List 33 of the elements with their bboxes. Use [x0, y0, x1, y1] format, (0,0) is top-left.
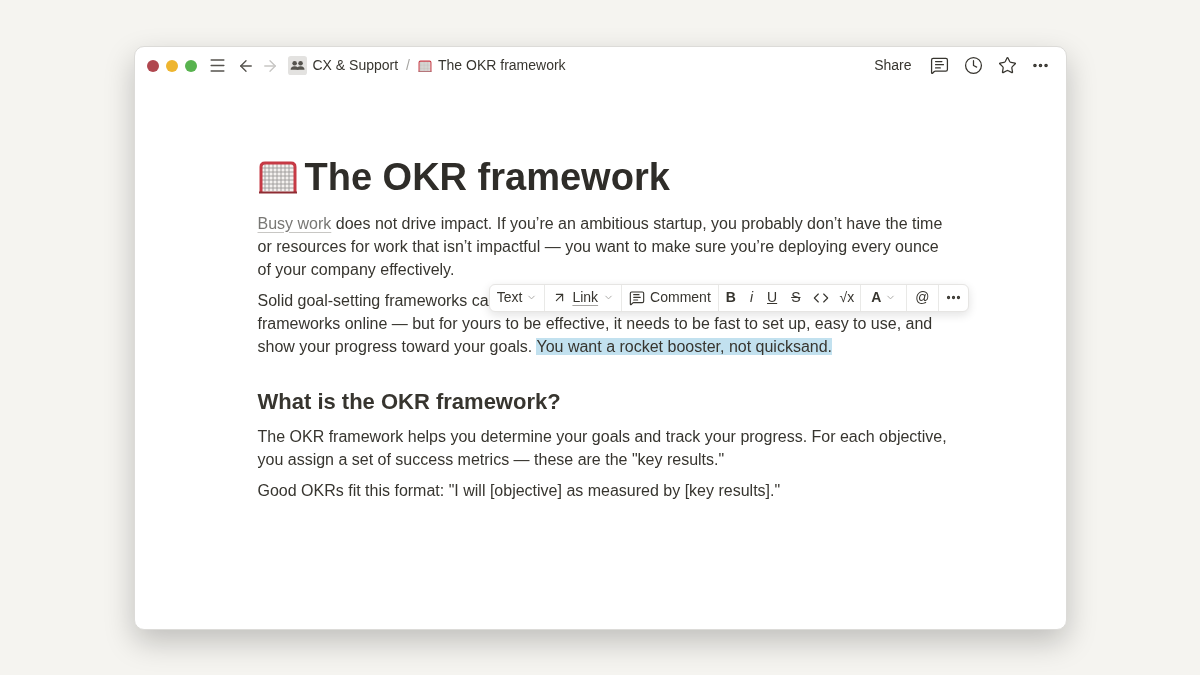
strikethrough-button[interactable]: S [784, 284, 808, 311]
people-icon [287, 56, 307, 75]
paragraph: Good OKRs fit this format: "I will [objective] as measured by [key results]." [257, 480, 782, 501]
italic-button[interactable]: i [742, 284, 761, 311]
underline-button[interactable]: U [760, 284, 785, 311]
menu-icon[interactable] [207, 56, 227, 75]
clock-icon[interactable] [963, 56, 983, 75]
text-color-button[interactable]: A [861, 284, 907, 311]
comment-button[interactable]: Comment [622, 284, 718, 311]
goal-net-icon [418, 59, 432, 72]
equation-button[interactable]: √x [833, 284, 861, 311]
link[interactable]: Busy work [257, 214, 332, 232]
page-title: The OKR framework [304, 154, 670, 200]
comment-icon[interactable] [929, 56, 949, 75]
breadcrumb-separator: / [406, 56, 410, 75]
paragraph: Busy work does not drive impact. If you’re an ambitious startup, you probably don’t have the time or resources for work that isn’t impactful — you want to make sure you’re deploying every ounce of your company effectively. [257, 213, 944, 280]
paragraph: The OKR framework helps you determine your goals and track your progress. For each objective, you assign a set of success metrics — these are the "key results." [257, 426, 948, 470]
star-icon[interactable] [997, 56, 1017, 75]
turn-into-button[interactable]: Text [489, 284, 545, 311]
paragraph: frameworks online — but for yours to be effective, it needs to be fast to set up, easy to use, and show your progress toward your goals. You want a rocket booster, not quicksand. [257, 313, 934, 357]
breadcrumb-item[interactable]: The OKR framework [438, 55, 566, 76]
maximize-icon[interactable] [184, 59, 197, 72]
section-heading: What is the OKR framework? [257, 387, 562, 416]
selected-text: You want a rocket booster, not quicksand. [536, 337, 833, 355]
comment-icon [629, 289, 646, 306]
close-icon[interactable] [146, 59, 159, 72]
bold-button[interactable]: B [718, 284, 743, 311]
breadcrumb-item[interactable]: CX & Support [312, 55, 399, 76]
goal-net-icon [257, 159, 298, 194]
mention-button[interactable]: @ [907, 284, 938, 311]
paragraph-text: Solid goal-setting frameworks ca [257, 290, 489, 311]
link-button[interactable]: Link [545, 284, 622, 311]
share-button[interactable]: Share [872, 55, 914, 76]
